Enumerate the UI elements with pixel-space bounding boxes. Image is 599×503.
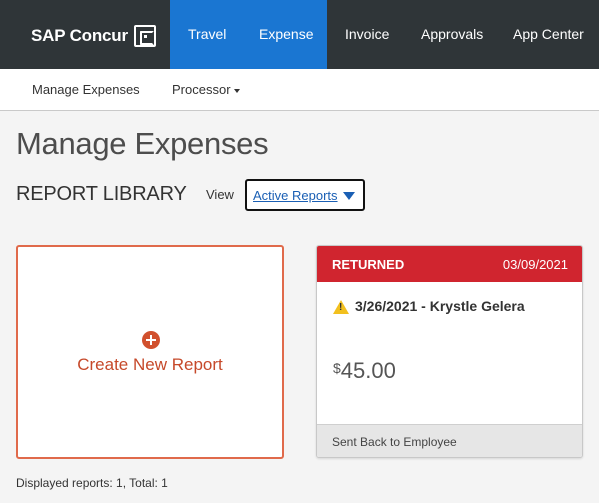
create-new-report-card[interactable]: Create New Report bbox=[16, 245, 284, 459]
displayed-reports-count: Displayed reports: 1, Total: 1 bbox=[16, 476, 168, 490]
dropdown-arrow-icon bbox=[343, 192, 355, 200]
logo-text: SAP Concur bbox=[31, 26, 128, 45]
plus-circle-icon bbox=[142, 331, 160, 349]
report-amount: $45.00 bbox=[333, 358, 396, 384]
view-dropdown-value: Active Reports bbox=[253, 188, 338, 203]
nav-travel[interactable]: Travel bbox=[188, 26, 226, 42]
nav-app-center[interactable]: App Center bbox=[513, 26, 584, 42]
sap-concur-logo[interactable]: SAP Concur bbox=[31, 24, 156, 48]
view-dropdown[interactable]: Active Reports bbox=[245, 179, 365, 211]
report-footer-status: Sent Back to Employee bbox=[332, 435, 457, 449]
amount-value: 45.00 bbox=[340, 358, 396, 383]
create-new-report-label: Create New Report bbox=[77, 355, 223, 374]
caret-down-icon bbox=[233, 88, 240, 93]
report-name: 3/26/2021 - Krystle Gelera bbox=[355, 298, 525, 314]
report-library-heading: REPORT LIBRARY bbox=[16, 183, 187, 205]
page-title: Manage Expenses bbox=[16, 126, 269, 161]
report-card-footer: Sent Back to Employee bbox=[317, 424, 582, 457]
report-status: RETURNED bbox=[332, 257, 405, 272]
nav-invoice[interactable]: Invoice bbox=[345, 26, 389, 42]
report-date: 03/09/2021 bbox=[502, 257, 568, 272]
sub-navigation-bar: Manage Expenses Processor bbox=[0, 69, 599, 111]
view-label: View bbox=[206, 187, 234, 202]
report-status-header: RETURNED 03/09/2021 bbox=[317, 246, 582, 282]
currency-symbol: $ bbox=[333, 360, 341, 376]
concur-logo-icon bbox=[133, 25, 156, 47]
top-navigation-bar: SAP Concur Travel Expense Invoice Approv… bbox=[0, 0, 599, 69]
subnav-processor[interactable]: Processor bbox=[172, 82, 240, 97]
nav-approvals[interactable]: Approvals bbox=[421, 26, 483, 42]
warning-icon bbox=[333, 300, 349, 314]
report-card[interactable]: RETURNED 03/09/2021 3/26/2021 - Krystle … bbox=[316, 245, 583, 458]
subnav-manage-expenses[interactable]: Manage Expenses bbox=[32, 82, 140, 97]
nav-expense[interactable]: Expense bbox=[259, 26, 313, 42]
subnav-processor-label: Processor bbox=[172, 82, 231, 97]
